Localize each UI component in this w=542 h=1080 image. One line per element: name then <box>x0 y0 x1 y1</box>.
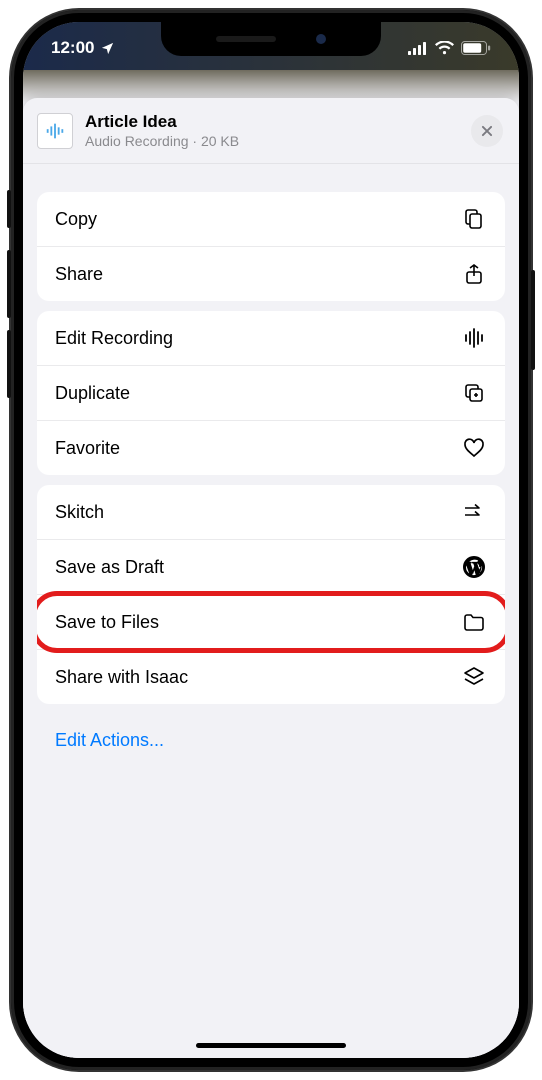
row-label: Share <box>55 264 103 285</box>
volume-up-button <box>7 250 11 318</box>
file-thumbnail <box>37 113 73 149</box>
file-title: Article Idea <box>85 112 459 132</box>
skitch-icon <box>461 499 487 525</box>
action-group: Skitch Save as Draft Save to Files <box>37 485 505 704</box>
stack-icon <box>461 664 487 690</box>
row-label: Favorite <box>55 438 120 459</box>
notch <box>161 22 381 56</box>
home-indicator[interactable] <box>196 1043 346 1048</box>
row-label: Share with Isaac <box>55 667 188 688</box>
duplicate-row[interactable]: Duplicate <box>37 365 505 420</box>
share-sheet: Article Idea Audio Recording · 20 KB Cop… <box>23 98 519 1058</box>
status-time: 12:00 <box>51 38 94 58</box>
share-row[interactable]: Share <box>37 246 505 301</box>
edit-actions-link[interactable]: Edit Actions... <box>37 714 505 767</box>
copy-row[interactable]: Copy <box>37 192 505 246</box>
close-icon <box>480 124 494 138</box>
wordpress-icon <box>461 554 487 580</box>
row-label: Copy <box>55 209 97 230</box>
save-as-draft-row[interactable]: Save as Draft <box>37 539 505 594</box>
volume-down-button <box>7 330 11 398</box>
share-with-isaac-row[interactable]: Share with Isaac <box>37 649 505 704</box>
row-label: Save as Draft <box>55 557 164 578</box>
action-group: Copy Share <box>37 192 505 301</box>
close-button[interactable] <box>471 115 503 147</box>
action-group: Edit Recording Duplicate Favorite <box>37 311 505 475</box>
copy-icon <box>461 206 487 232</box>
waveform-icon <box>461 325 487 351</box>
power-button <box>531 270 535 370</box>
file-subtitle: Audio Recording · 20 KB <box>85 133 459 149</box>
location-icon <box>100 41 115 56</box>
share-icon <box>461 261 487 287</box>
row-label: Save to Files <box>55 612 159 633</box>
actions-container: Copy Share Edit Recording <box>23 164 519 767</box>
heart-icon <box>461 435 487 461</box>
wifi-icon <box>435 41 454 55</box>
edit-actions-label: Edit Actions... <box>55 730 164 750</box>
sheet-header: Article Idea Audio Recording · 20 KB <box>23 98 519 164</box>
row-label: Duplicate <box>55 383 130 404</box>
skitch-row[interactable]: Skitch <box>37 485 505 539</box>
screen: 12:00 <box>23 22 519 1058</box>
audio-waveform-icon <box>44 120 66 142</box>
battery-icon <box>461 41 491 55</box>
row-label: Edit Recording <box>55 328 173 349</box>
favorite-row[interactable]: Favorite <box>37 420 505 475</box>
device-frame: 12:00 <box>11 10 531 1070</box>
mute-switch <box>7 190 11 228</box>
row-label: Skitch <box>55 502 104 523</box>
folder-icon <box>461 609 487 635</box>
save-to-files-row[interactable]: Save to Files <box>37 594 505 649</box>
duplicate-icon <box>461 380 487 406</box>
cellular-icon <box>408 42 428 55</box>
edit-recording-row[interactable]: Edit Recording <box>37 311 505 365</box>
